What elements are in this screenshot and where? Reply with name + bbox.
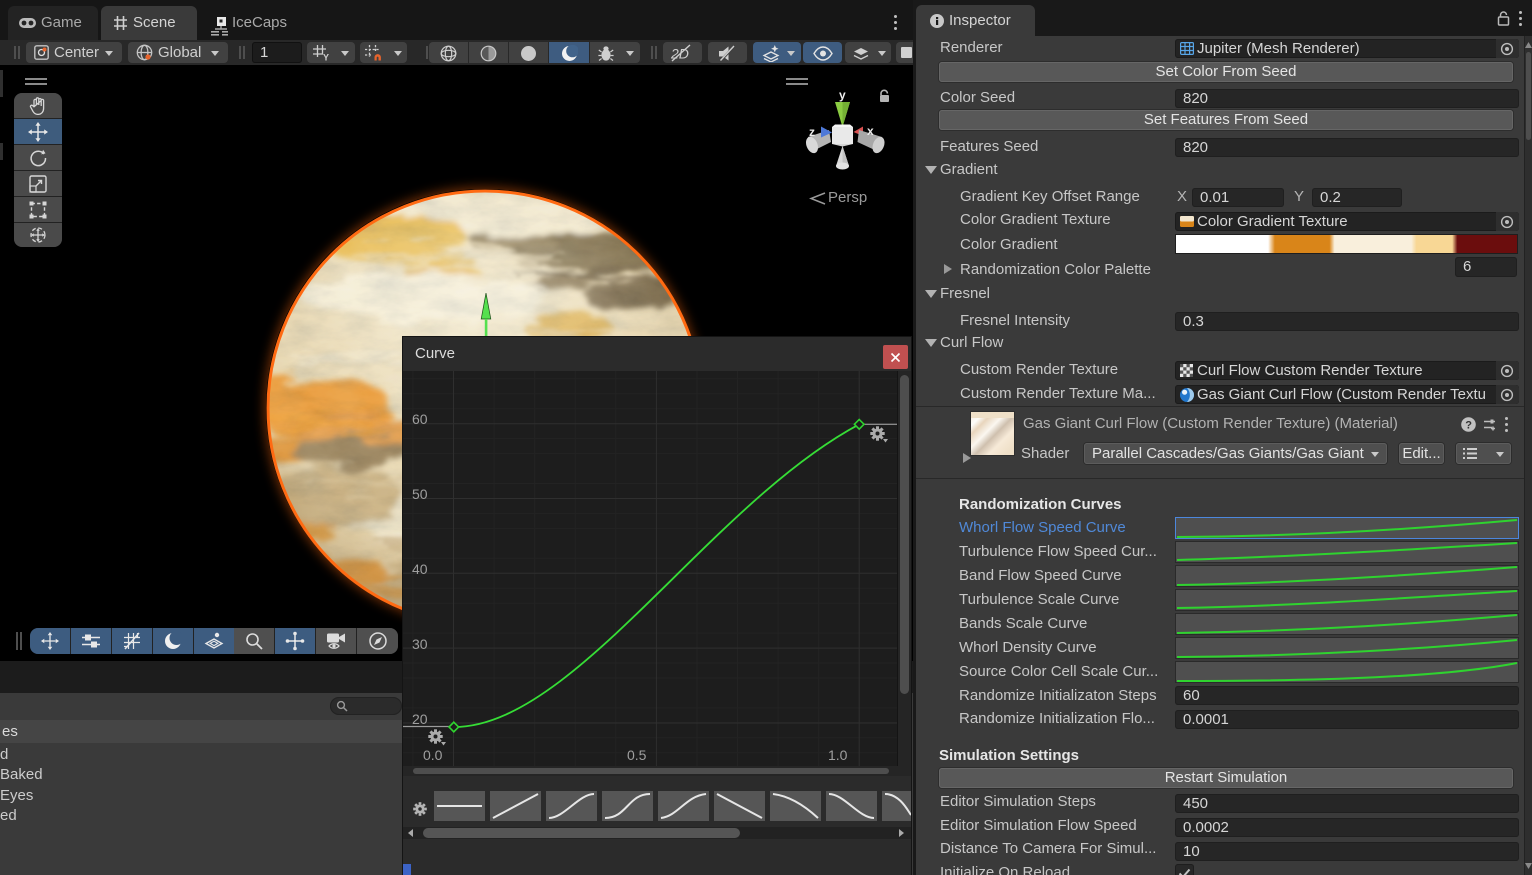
svg-text:z: z (809, 125, 815, 139)
svg-text:20: 20 (412, 711, 428, 727)
svg-text:x: x (867, 124, 874, 138)
svg-text:0.0: 0.0 (423, 747, 443, 763)
svg-text:y: y (839, 88, 846, 102)
svg-text:Y: Y (323, 53, 329, 62)
svg-text:?: ? (1465, 420, 1472, 432)
svg-text:60: 60 (412, 411, 428, 427)
svg-text:0.5: 0.5 (627, 747, 647, 763)
svg-text:1.0: 1.0 (828, 747, 848, 763)
svg-text:50: 50 (412, 486, 428, 502)
svg-text:40: 40 (412, 561, 428, 577)
svg-text:30: 30 (412, 636, 428, 652)
